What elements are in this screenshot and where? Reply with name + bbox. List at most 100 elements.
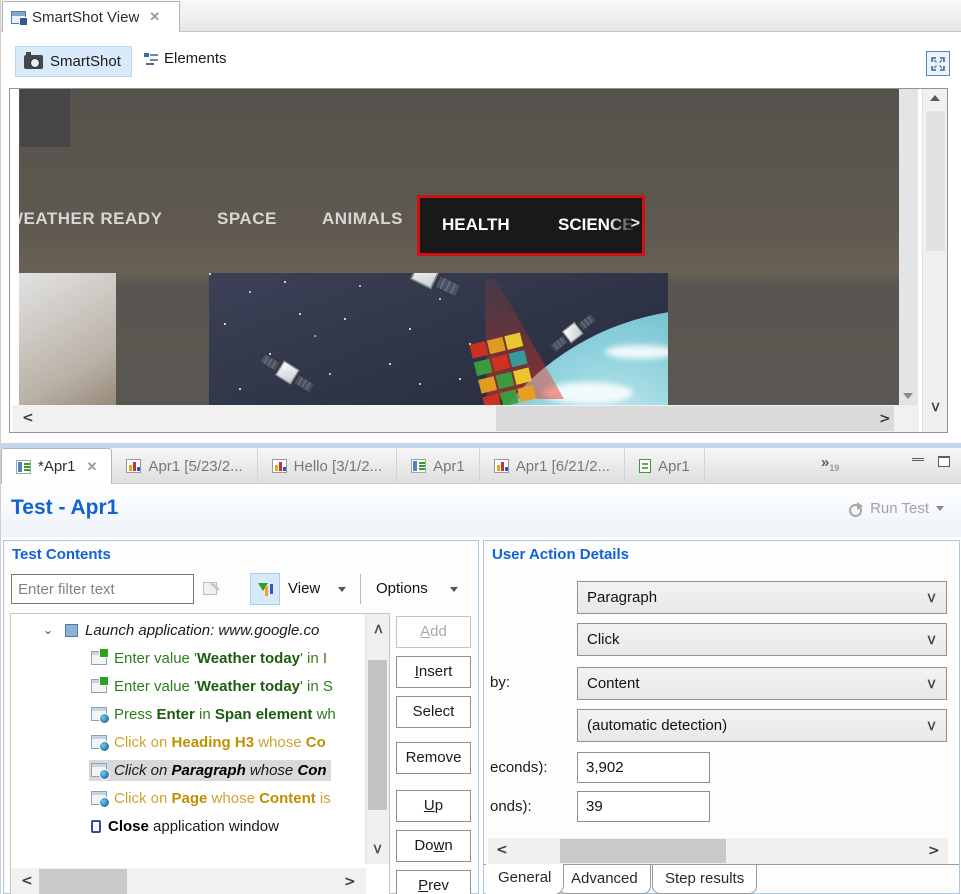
camera-icon: [24, 55, 43, 69]
scroll-up-icon[interactable]: [930, 95, 940, 101]
scroll-right-icon[interactable]: <: [928, 843, 940, 857]
chevron-down-icon[interactable]: <: [925, 720, 939, 732]
up-button[interactable]: Up: [396, 790, 471, 822]
test-editor-header: Test - Apr1 Run Test: [1, 485, 961, 537]
chevron-down-icon[interactable]: [338, 587, 346, 592]
value-input[interactable]: [577, 791, 710, 822]
options-dropdown-label[interactable]: Options: [376, 580, 428, 597]
scrollbar-thumb[interactable]: [496, 406, 894, 431]
tab-overflow-chevron[interactable]: »19: [821, 454, 839, 473]
scroll-left-icon[interactable]: <: [496, 843, 508, 857]
details-horizontal-scrollbar[interactable]: < <: [488, 838, 948, 864]
captured-screenshot[interactable]: WEATHER READY SPACE ANIMALS SCIENCEHEALTH …: [19, 89, 899, 405]
step-wrap: Press Enter in Span element wh: [89, 704, 340, 725]
test-step[interactable]: Enter value 'Weather today' in S: [11, 672, 363, 700]
test-step[interactable]: Click on Paragraph whose Con: [11, 756, 363, 784]
close-icon[interactable]: ✕: [87, 459, 98, 475]
editor-tab[interactable]: Apr1: [397, 448, 480, 484]
satellite-image: [209, 273, 668, 405]
scroll-right-icon[interactable]: <: [344, 874, 356, 888]
value-input[interactable]: [577, 752, 710, 783]
test-step[interactable]: Enter value 'Weather today' in I: [11, 644, 363, 672]
smartshot-mode-button[interactable]: SmartShot: [15, 46, 132, 77]
tab-smartshot-view[interactable]: SmartShot View ✕: [2, 1, 180, 32]
editor-tab[interactable]: Apr1 [6/21/2...: [480, 448, 625, 484]
section-title: Test Contents: [12, 546, 111, 563]
insert-button[interactable]: Insert: [396, 656, 471, 688]
maximize-icon[interactable]: [938, 456, 950, 467]
chevron-down-icon[interactable]: [936, 506, 944, 511]
stars-graphic: [209, 273, 211, 275]
tree-vertical-scrollbar[interactable]: < <: [365, 614, 389, 864]
tab-advanced[interactable]: Advanced: [558, 865, 651, 894]
run-test-button[interactable]: Run Test: [849, 500, 944, 517]
tab-label: Hello [3/1/2...: [294, 458, 382, 475]
scroll-left-icon[interactable]: <: [21, 874, 33, 888]
nav-item[interactable]: WEATHER READY: [19, 209, 162, 229]
page-vertical-scrollbar[interactable]: [899, 89, 918, 405]
prev-button[interactable]: Prev: [396, 870, 471, 894]
scroll-right-icon[interactable]: <: [879, 411, 891, 425]
highlighted-element-box[interactable]: SCIENCEHEALTH >: [417, 195, 645, 256]
scrollbar-thumb[interactable]: [926, 111, 945, 251]
satellite-graphic: [257, 349, 317, 396]
scroll-down-icon[interactable]: <: [371, 843, 385, 855]
chevron-down-icon[interactable]: [450, 587, 458, 592]
chevron-down-icon[interactable]: <: [925, 678, 939, 690]
remove-button[interactable]: Remove: [396, 742, 471, 774]
step-text: Click on Heading H3 whose Co: [114, 734, 326, 751]
application-window: SmartShot View ✕ SmartShot Elements WE: [0, 0, 961, 894]
step-text: Enter value 'Weather today' in I: [114, 650, 327, 667]
editor-tab[interactable]: Apr1: [625, 448, 705, 484]
filter-input[interactable]: [11, 574, 194, 604]
maximize-arrows-icon: [931, 57, 945, 71]
nav-item[interactable]: ANIMALS: [322, 209, 403, 229]
scroll-left-icon[interactable]: <: [22, 411, 34, 425]
minimize-icon[interactable]: [912, 458, 924, 468]
combo-content[interactable]: Content<: [577, 667, 947, 700]
elements-mode-button[interactable]: Elements: [143, 50, 227, 67]
scrollbar-thumb[interactable]: [368, 660, 387, 810]
editor-tab[interactable]: Apr1 [5/23/2...: [112, 448, 257, 484]
viewer-horizontal-scrollbar[interactable]: < <: [12, 405, 919, 432]
chevron-down-icon[interactable]: <: [925, 634, 939, 646]
close-icon[interactable]: ✕: [149, 9, 160, 25]
satellite-graphic: [386, 273, 464, 302]
view-dropdown-label[interactable]: View: [288, 580, 320, 597]
tab-label: Apr1 [6/21/2...: [516, 458, 610, 475]
test-step[interactable]: ⌄Launch application: www.google.co: [11, 616, 363, 644]
down-button[interactable]: Down: [396, 830, 471, 862]
scroll-down-icon[interactable]: <: [929, 401, 943, 413]
click-step-icon: [91, 707, 107, 721]
test-step[interactable]: Click on Heading H3 whose Co: [11, 728, 363, 756]
tab-label: Apr1: [433, 458, 465, 475]
tab-general[interactable]: General: [486, 864, 564, 894]
nav-item[interactable]: SPACE: [217, 209, 277, 229]
expand-chevron-icon[interactable]: ⌄: [43, 623, 53, 637]
combo-click[interactable]: Click<: [577, 623, 947, 656]
filter-icon: [203, 581, 221, 596]
sort-view-icon: [257, 582, 273, 596]
scrollbar-thumb[interactable]: [39, 869, 127, 894]
tree-horizontal-scrollbar[interactable]: < <: [11, 868, 366, 894]
combo--automatic-detection-[interactable]: (automatic detection)<: [577, 709, 947, 742]
test-step[interactable]: Click on Page whose Content is: [11, 784, 363, 812]
combo-paragraph[interactable]: Paragraph<: [577, 581, 947, 614]
doc-icon: [639, 459, 651, 473]
select-button[interactable]: Select: [396, 696, 471, 728]
selected-step-wrap: Click on Paragraph whose Con: [89, 760, 331, 781]
test-step[interactable]: Close application window: [11, 812, 363, 840]
scrollbar-thumb[interactable]: [560, 839, 726, 863]
scroll-down-icon[interactable]: [903, 393, 913, 399]
enter-step-icon: [91, 651, 107, 665]
view-mode-icon-button[interactable]: [250, 573, 280, 605]
editor-tab[interactable]: Hello [3/1/2...: [258, 448, 397, 484]
tab-step-results[interactable]: Step results: [652, 865, 757, 894]
chevron-down-icon[interactable]: <: [925, 592, 939, 604]
editor-tab[interactable]: *Apr1✕: [1, 448, 112, 484]
scroll-up-icon[interactable]: <: [371, 623, 385, 635]
nav-item-highlighted[interactable]: HEALTH: [442, 215, 510, 235]
viewer-vertical-scrollbar[interactable]: <: [922, 89, 947, 432]
test-step[interactable]: Press Enter in Span element wh: [11, 700, 363, 728]
maximize-view-button[interactable]: [926, 51, 950, 76]
